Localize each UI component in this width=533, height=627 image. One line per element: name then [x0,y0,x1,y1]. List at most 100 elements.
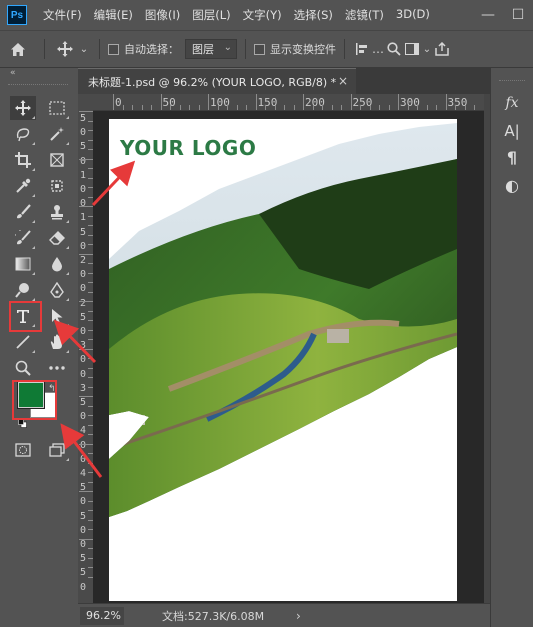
dodge-tool[interactable] [10,278,36,302]
panel-grip[interactable] [499,80,525,81]
landscape-photo [109,123,457,517]
eraser-tool[interactable] [44,226,70,250]
ruler-minor-tick [322,105,323,110]
logo-text[interactable]: YOUR LOGO [120,136,256,160]
menu-type[interactable]: 文字(Y) [237,7,288,23]
horizontal-ruler[interactable]: 0 50 100 150 200 250 300 350 [93,94,484,111]
gradient-tool[interactable] [10,252,36,276]
ruler-minor-tick [198,105,200,110]
ruler-tick [79,538,93,540]
photoshop-logo: Ps [7,5,27,25]
fx-icon[interactable]: fx [501,92,523,114]
workspace-icon[interactable] [403,43,421,55]
more-icon[interactable]: … [371,42,385,56]
ruler-minor-tick [312,105,314,110]
foreground-color-highlight [12,380,57,420]
pen-tool[interactable] [44,278,70,302]
blur-tool[interactable] [44,252,70,276]
more-tools-icon[interactable] [44,356,70,380]
brush-tool[interactable] [10,200,36,224]
ruler-origin[interactable] [78,94,93,111]
ruler-tick [79,111,93,112]
line-tool[interactable] [10,330,36,354]
zoom-tool[interactable] [10,356,36,380]
menu-items: 文件(F) 编辑(E) 图像(I) 图层(L) 文字(Y) 选择(S) 滤镜(T… [37,7,436,23]
menu-3d[interactable]: 3D(D) [390,7,436,23]
history-brush-tool[interactable] [10,226,36,250]
ruler-tick [208,94,209,110]
adjustments-icon[interactable]: ◐ [501,174,523,196]
vertical-ruler[interactable]: 5050100150200250300350400450500550 [78,111,93,603]
menu-image[interactable]: 图像(I) [139,7,186,23]
search-icon[interactable] [385,42,403,56]
ruler-label: 4 [80,425,87,437]
move-tool[interactable] [10,96,36,120]
ruler-minor-tick [246,105,247,110]
status-bar: 96.2% 文档:527.3K/6.08M › [78,603,490,627]
maximize-button[interactable]: ☐ [503,7,533,23]
close-tab-icon[interactable]: × [338,74,348,88]
ruler-label: 5 [80,113,87,124]
ruler-minor-tick [379,105,380,110]
home-icon[interactable] [0,42,36,57]
eyedropper-tool[interactable] [10,174,36,198]
document-tab[interactable]: 未标题-1.psd @ 96.2% (YOUR LOGO, RGB/8) * × [78,68,356,94]
menu-layer[interactable]: 图层(L) [186,7,236,23]
ruler-minor-tick [179,105,181,110]
share-icon[interactable] [433,42,451,56]
ruler-label: 0 [115,96,122,109]
ruler-label: 0 [80,184,87,195]
3d-material-tool[interactable] [44,174,70,198]
document-canvas[interactable]: YOUR LOGO [109,119,457,601]
layer-select[interactable]: 图层 ⌄ [185,39,237,59]
toolbar-grip[interactable] [8,84,68,86]
magic-wand-tool[interactable] [44,122,70,146]
lasso-tool[interactable] [10,122,36,146]
document-tab-title: 未标题-1.psd @ 96.2% (YOUR LOGO, RGB/8) * [88,75,337,89]
ruler-label: 0 [80,326,87,337]
chevron-down-icon[interactable]: ⌄ [77,44,91,55]
ruler-minor-tick [284,105,285,110]
menu-file[interactable]: 文件(F) [37,7,88,23]
menu-edit[interactable]: 编辑(E) [88,7,139,23]
ruler-tick [255,94,257,110]
zoom-level[interactable]: 96.2% [80,606,124,625]
move-tool-icon[interactable] [53,41,77,57]
document-info: 文档:527.3K/6.08M [162,609,265,623]
ruler-label: 0 [80,240,87,252]
ruler-label: 0 [80,354,87,366]
separator [44,39,45,59]
show-transform-checkbox[interactable] [254,43,265,55]
frame-tool[interactable] [44,148,70,172]
separator [344,39,345,59]
layer-select-value: 图层 [192,43,214,56]
paragraph-icon[interactable]: ¶ [501,146,523,168]
ruler-label: 3 [80,382,87,394]
menu-filter[interactable]: 滤镜(T) [339,7,390,23]
quick-mask-icon[interactable] [10,438,36,462]
ruler-minor-tick [464,105,466,110]
type-tool-highlight [9,301,42,332]
ruler-tick [79,396,93,397]
screen-mode-icon[interactable] [44,438,70,462]
menu-select[interactable]: 选择(S) [288,7,339,23]
ruler-tick [79,348,93,350]
character-icon[interactable]: A| [501,120,523,142]
crop-tool[interactable] [10,148,36,172]
ruler-label: 4 [80,468,87,479]
stamp-tool[interactable] [44,200,70,224]
auto-select-checkbox[interactable] [108,43,119,55]
path-selection-tool[interactable] [44,304,70,328]
ruler-minor-tick [274,105,276,110]
marquee-tool[interactable] [44,96,70,120]
collapse-left-icon[interactable]: « [10,68,16,78]
align-left-icon[interactable] [353,42,371,56]
hand-tool[interactable] [44,330,70,354]
ruler-minor-tick [227,105,228,110]
ruler-minor-tick [426,105,428,110]
minimize-button[interactable]: — [473,7,503,23]
chevron-down-icon[interactable]: ⌄ [421,44,433,55]
ruler-minor-tick [122,105,124,110]
canvas-area[interactable]: YOUR LOGO [93,111,484,603]
status-menu-arrow[interactable]: › [296,609,301,623]
